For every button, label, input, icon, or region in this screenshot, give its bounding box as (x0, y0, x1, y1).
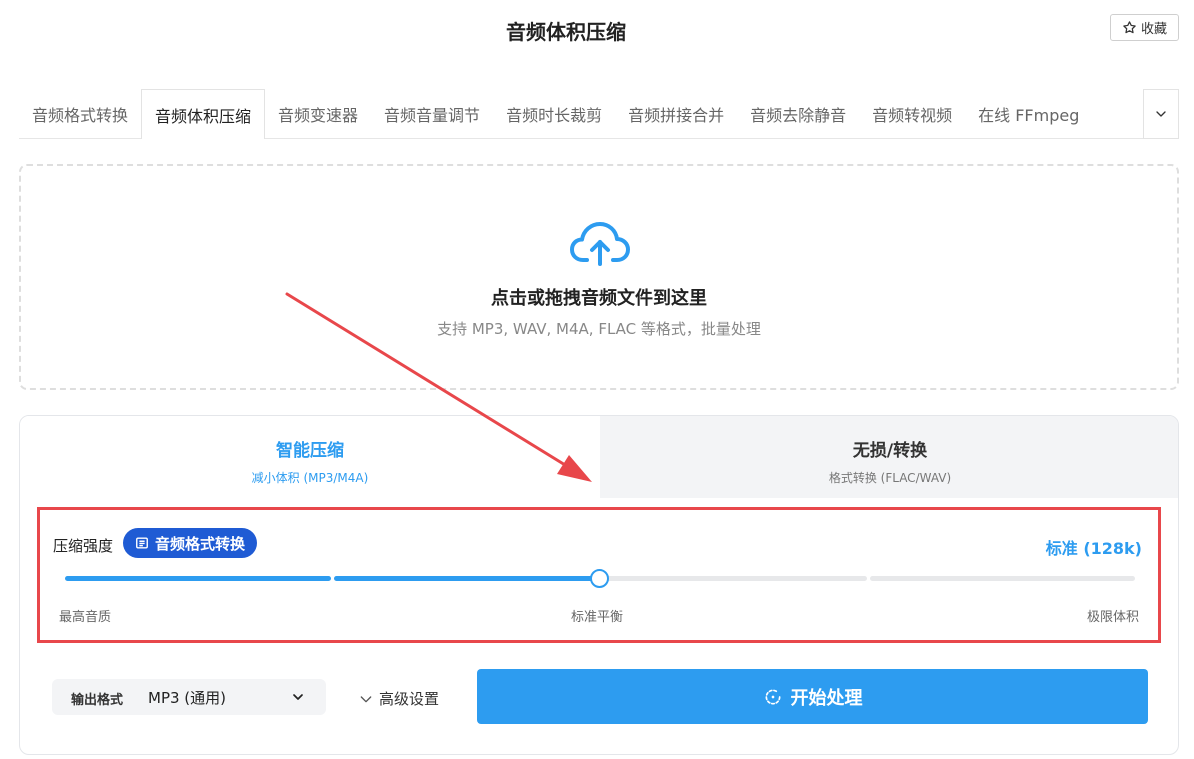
document-icon (136, 537, 148, 549)
favorite-button[interactable]: 收藏 (1110, 14, 1179, 41)
mode-lossless-subtitle: 格式转换 (FLAC/WAV) (828, 471, 952, 485)
strength-badge-label: 音频格式转换 (155, 534, 246, 553)
favorite-label: 收藏 (1140, 22, 1167, 37)
cloud-upload-icon (570, 222, 630, 266)
mode-tab-smart-compress[interactable]: 智能压缩 减小体积 (MP3/M4A) (20, 416, 600, 498)
tab-audio-format-convert[interactable]: 音频格式转换 (19, 89, 141, 139)
slider-tick-best-quality: 最高音质 (59, 610, 112, 625)
tabs-more-button[interactable] (1143, 89, 1179, 139)
file-dropzone[interactable]: 点击或拖拽音频文件到这里 支持 MP3, WAV, M4A, FLAC 等格式，… (19, 164, 1179, 390)
chevron-down-icon (293, 694, 303, 700)
slider-tick-max-compression: 极限体积 (1086, 610, 1139, 625)
tab-online-ffmpeg[interactable]: 在线 FFmpeg (965, 89, 1092, 139)
header: 音频体积压缩 收藏 (0, 0, 1194, 64)
mode-tab-lossless[interactable]: 无损/转换 格式转换 (FLAC/WAV) (600, 416, 1178, 498)
strength-badge[interactable]: 音频格式转换 (123, 528, 258, 558)
settings-panel: 智能压缩 减小体积 (MP3/M4A) 无损/转换 格式转换 (FLAC/WAV… (19, 415, 1179, 755)
mode-lossless-title: 无损/转换 (852, 441, 928, 461)
compression-strength: 压缩强度 音频格式转换 标准 (128k) 最高音质 标准平衡 极限体积 (39, 511, 1159, 641)
slider-segment (603, 576, 867, 581)
tab-audio-compress[interactable]: 音频体积压缩 (141, 89, 266, 139)
mode-smart-subtitle: 减小体积 (MP3/M4A) (251, 471, 369, 485)
slider-tick-balanced: 标准平衡 (571, 610, 624, 625)
strength-slider[interactable] (65, 569, 1135, 588)
tab-audio-trim[interactable]: 音频时长裁剪 (493, 89, 615, 139)
strength-value: 标准 (128k) (1045, 539, 1142, 558)
advanced-settings-toggle[interactable]: 高级设置 (358, 688, 439, 709)
advanced-settings-label: 高级设置 (379, 690, 440, 708)
output-format-label: 输出格式 (71, 693, 124, 708)
tab-audio-to-video[interactable]: 音频转视频 (859, 89, 965, 139)
tab-audio-volume[interactable]: 音频音量调节 (371, 89, 493, 139)
strength-label: 压缩强度 (53, 537, 114, 555)
tab-audio-merge[interactable]: 音频拼接合并 (615, 89, 737, 139)
tab-audio-remove-silence[interactable]: 音频去除静音 (737, 89, 859, 139)
tool-tabs: 音频格式转换 音频体积压缩 音频变速器 音频音量调节 音频时长裁剪 音频拼接合并… (19, 89, 1179, 139)
tab-audio-speed[interactable]: 音频变速器 (265, 89, 371, 139)
processing-icon (765, 689, 781, 705)
chevron-down-icon (1156, 111, 1166, 117)
mode-smart-title: 智能压缩 (276, 441, 344, 461)
slider-thumb[interactable] (590, 569, 609, 588)
slider-segment (870, 576, 1135, 581)
start-processing-label: 开始处理 (790, 687, 863, 709)
dropzone-subtitle: 支持 MP3, WAV, M4A, FLAC 等格式，批量处理 (437, 320, 761, 338)
output-format-select[interactable]: 输出格式 MP3 (通用) (52, 679, 326, 715)
dropzone-title: 点击或拖拽音频文件到这里 (491, 288, 707, 309)
page-title: 音频体积压缩 (506, 20, 626, 44)
star-icon (1123, 21, 1136, 34)
slider-segment (334, 576, 600, 581)
output-format-value: MP3 (通用) (148, 689, 227, 707)
chevron-down-icon (360, 695, 372, 702)
start-processing-button[interactable]: 开始处理 (477, 669, 1148, 724)
slider-segment (65, 576, 331, 581)
